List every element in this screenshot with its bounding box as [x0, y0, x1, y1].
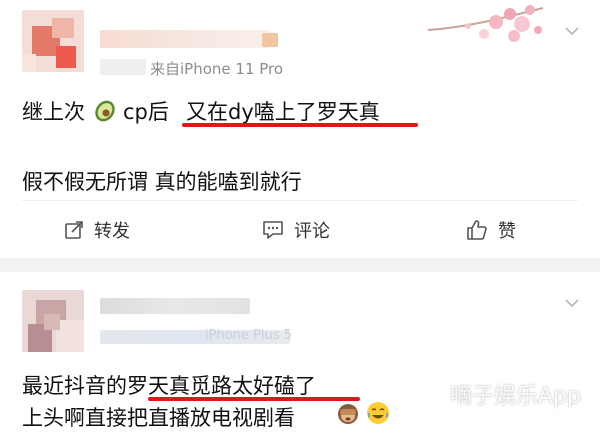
- like-button[interactable]: 赞: [466, 217, 516, 243]
- cherry-blossom-decoration: [427, 5, 544, 42]
- time-blurred: [100, 59, 146, 75]
- action-bar: 转发 评论 赞: [0, 200, 600, 258]
- post-source: 来自iPhone 11 Pro: [150, 60, 284, 78]
- username-blurred[interactable]: [100, 298, 250, 314]
- verified-badge-blurred: [262, 33, 278, 47]
- red-underline: [182, 123, 418, 127]
- repost-label: 转发: [94, 221, 130, 242]
- comment-label: 评论: [294, 221, 330, 242]
- comment-button[interactable]: 评论: [262, 217, 330, 243]
- post-text-line1-start: 继上次: [22, 100, 85, 124]
- watermark: 嘀子娱乐App: [450, 384, 581, 409]
- avatar[interactable]: [22, 290, 84, 352]
- thumbs-up-icon: [467, 220, 487, 240]
- post-card-2: iPhone Plus 5 最近抖音的 罗天真觅路太好磕了 上头啊直接把直播放电…: [0, 272, 600, 439]
- avocado-emoji-icon: [95, 100, 115, 122]
- repost-button[interactable]: 转发: [64, 217, 130, 243]
- see-no-evil-monkey-emoji-icon: [338, 404, 358, 424]
- repost-icon: [65, 221, 83, 239]
- post-separator: [0, 258, 600, 272]
- post-text-line1-start: 最近抖音的: [22, 374, 127, 398]
- chevron-down-icon[interactable]: [565, 296, 579, 310]
- post-text-line2: 假不假无所谓 真的能嗑到就行: [22, 170, 302, 194]
- post-text-line1-middle: cp后: [123, 100, 169, 124]
- post-text-line1-highlight: 又在dy嗑上了罗天真: [186, 100, 380, 124]
- username-blurred[interactable]: [100, 30, 270, 48]
- post-text-line1-highlight: 罗天真觅路太好磕了: [127, 374, 316, 398]
- crying-laughing-emoji-icon: [367, 402, 389, 424]
- comment-icon: [263, 221, 283, 239]
- post-text-line2: 上头啊直接把直播放电视剧看: [22, 406, 295, 430]
- avatar[interactable]: [22, 10, 84, 72]
- like-label: 赞: [498, 221, 516, 242]
- chevron-down-icon[interactable]: [565, 24, 579, 38]
- red-underline: [148, 397, 360, 401]
- post-source-blurred: iPhone Plus 5: [205, 328, 292, 343]
